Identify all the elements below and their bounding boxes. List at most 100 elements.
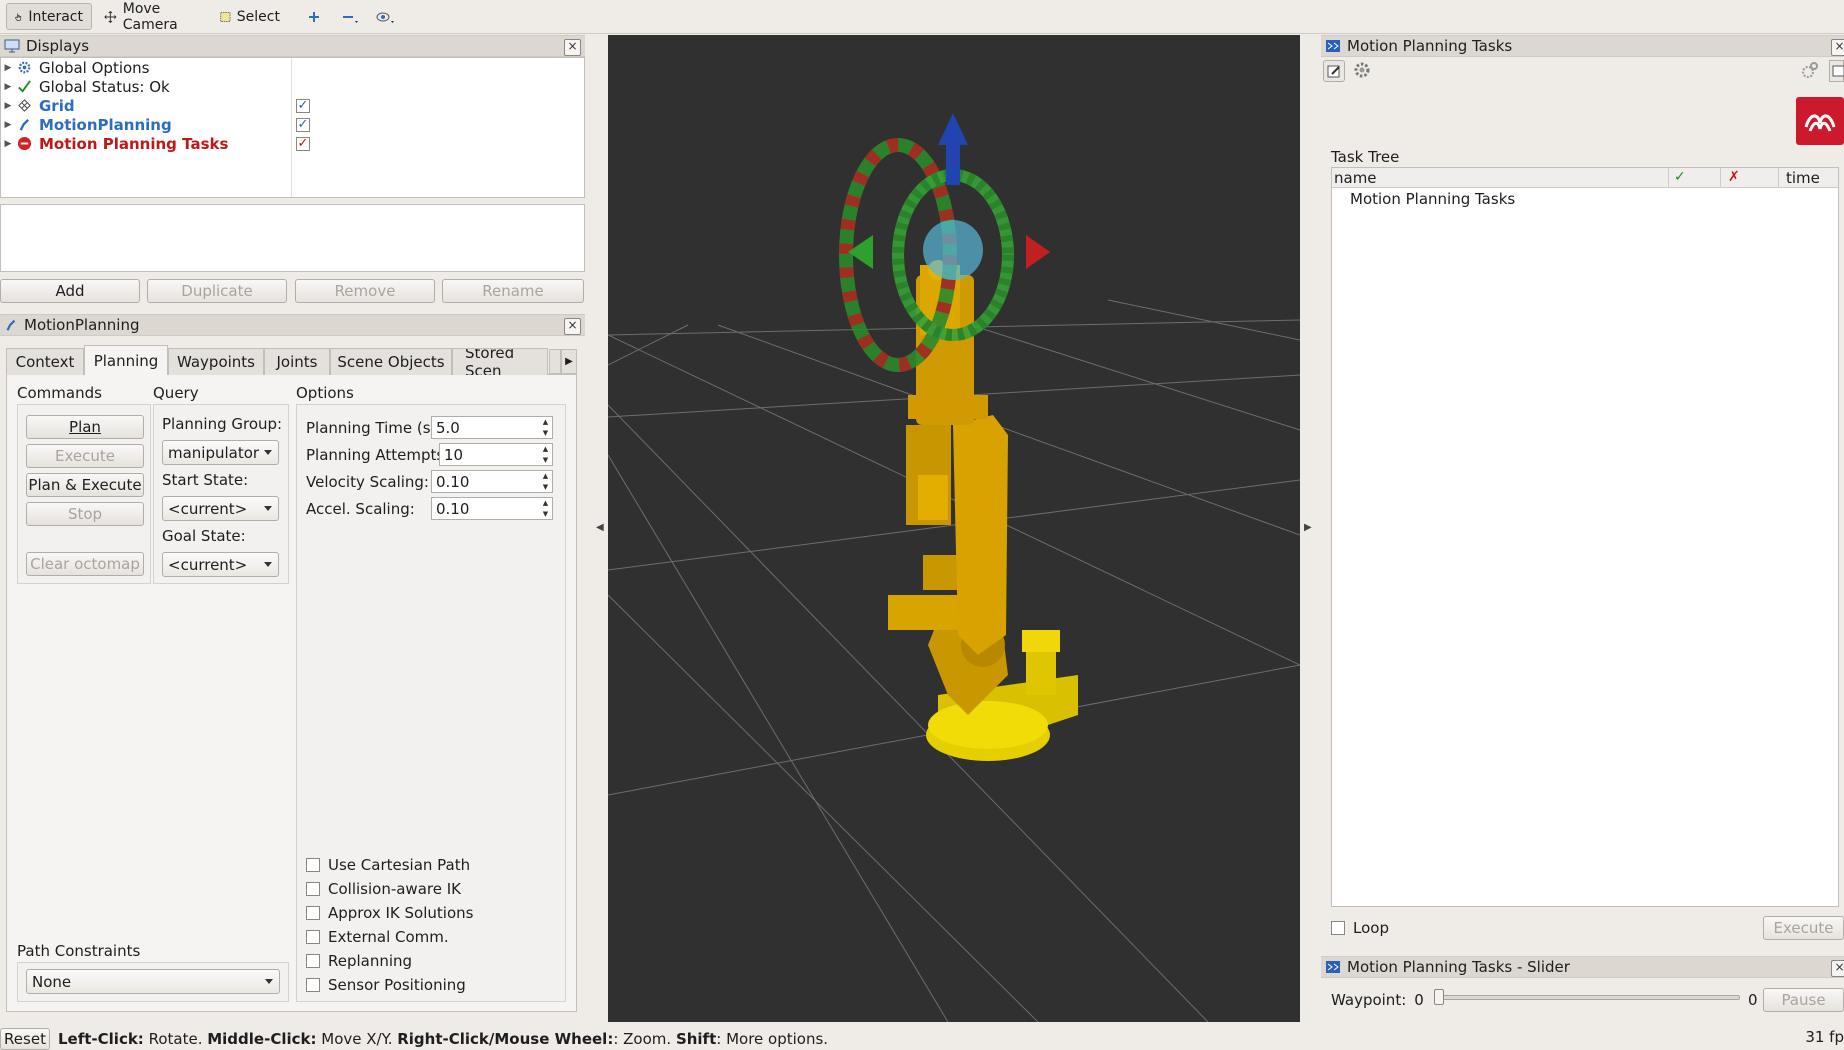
gear-icon xyxy=(1354,62,1370,78)
view-tool-button[interactable] xyxy=(370,3,404,30)
approx-ik-solutions-checkbox[interactable]: Approx IK Solutions xyxy=(306,903,473,923)
checkbox-label: Approx IK Solutions xyxy=(328,904,474,922)
replanning-checkbox[interactable]: Replanning xyxy=(306,951,412,971)
display-row-motion-planning-tasks[interactable]: ▶ Motion Planning Tasks xyxy=(1,134,229,153)
display-row-motionplanning[interactable]: ▶ MotionPlanning xyxy=(1,115,172,134)
reset-view-button[interactable]: Reset xyxy=(0,1027,50,1050)
path-constraints-select[interactable]: None xyxy=(26,969,280,994)
displays-dock-title[interactable]: Displays × xyxy=(0,35,585,57)
tab-planning[interactable]: Planning xyxy=(84,345,168,375)
tasks-dock-close-button[interactable]: × xyxy=(1831,39,1844,56)
tab-scene-objects[interactable]: Scene Objects xyxy=(330,348,452,375)
waypoint-slider-track[interactable] xyxy=(1434,995,1740,1000)
tasks-view-button[interactable] xyxy=(1829,60,1844,82)
tasks-execute-button[interactable]: Execute xyxy=(1763,916,1844,940)
expand-arrow-icon[interactable]: ▶ xyxy=(1,101,15,111)
collapse-right-dock-icon[interactable]: ▶ xyxy=(1304,522,1312,533)
path-constraints-label: Path Constraints xyxy=(17,942,141,960)
motionplanning-dock-title[interactable]: MotionPlanning × xyxy=(0,314,585,336)
interact-tool-button[interactable]: Interact xyxy=(6,3,92,30)
column-failure-header[interactable]: ✗ xyxy=(1728,169,1740,185)
waypoint-slider-handle[interactable] xyxy=(1434,989,1444,1005)
tasks-dock-title[interactable]: Motion Planning Tasks × xyxy=(1321,35,1844,57)
spin-up-icon[interactable]: ▲ xyxy=(540,471,551,481)
velocity-scaling-input[interactable]: 0.10 ▲ ▼ xyxy=(431,470,553,493)
tab-joints[interactable]: Joints xyxy=(264,348,330,375)
tab-scroll-right-button[interactable]: ▶ xyxy=(561,349,577,374)
rename-display-button[interactable]: Rename xyxy=(442,279,584,303)
plan-and-execute-button[interactable]: Plan & Execute xyxy=(26,473,144,497)
expand-arrow-icon[interactable]: ▶ xyxy=(1,139,15,149)
expand-arrow-icon[interactable]: ▶ xyxy=(1,120,15,130)
checkbox-box[interactable] xyxy=(306,882,320,896)
spin-up-icon[interactable]: ▲ xyxy=(540,498,551,508)
checkbox-box[interactable] xyxy=(306,978,320,992)
tab-context[interactable]: Context xyxy=(6,348,84,375)
checkbox-box[interactable] xyxy=(306,906,320,920)
loop-checkbox[interactable]: Loop xyxy=(1331,919,1389,937)
motionplanning-close-button[interactable]: × xyxy=(564,318,581,335)
slider-dock-title[interactable]: Motion Planning Tasks - Slider × xyxy=(1321,956,1844,978)
use-cartesian-path-checkbox[interactable]: Use Cartesian Path xyxy=(306,855,470,875)
add-display-button[interactable]: Add xyxy=(0,279,140,303)
execute-button[interactable]: Execute xyxy=(26,444,144,468)
column-success-header[interactable]: ✓ xyxy=(1674,169,1686,185)
spin-up-icon[interactable]: ▲ xyxy=(540,444,551,454)
start-state-select[interactable]: <current> xyxy=(162,496,279,521)
display-row-global-options[interactable]: ▶ Global Options xyxy=(1,58,150,77)
tab-stored-scenes[interactable]: Stored Scen xyxy=(452,348,548,375)
checkbox-label: Use Cartesian Path xyxy=(328,856,471,874)
plan-button[interactable]: Plan xyxy=(26,415,144,439)
3d-render-viewport[interactable] xyxy=(607,35,1301,1023)
checkbox-box[interactable] xyxy=(1331,921,1345,935)
spin-down-icon[interactable]: ▼ xyxy=(540,482,551,492)
checkbox-box[interactable] xyxy=(306,858,320,872)
sensor-positioning-checkbox[interactable]: Sensor Positioning xyxy=(306,975,466,995)
planning-time-input[interactable]: 5.0 ▲ ▼ xyxy=(431,416,553,439)
duplicate-display-button[interactable]: Duplicate xyxy=(147,279,287,303)
external-comm-checkbox[interactable]: External Comm. xyxy=(306,927,449,947)
column-time-header[interactable]: time xyxy=(1786,169,1820,187)
select-tool-button[interactable]: Select xyxy=(212,3,288,30)
collision-aware-ik-checkbox[interactable]: Collision-aware IK xyxy=(306,879,461,899)
stop-button[interactable]: Stop xyxy=(26,502,144,526)
motion-planning-tasks-enabled-checkbox[interactable]: ✓ xyxy=(296,137,310,151)
spin-down-icon[interactable]: ▼ xyxy=(540,455,551,465)
move-camera-tool-button[interactable]: Move Camera xyxy=(96,1,208,33)
velocity-scaling-label: Velocity Scaling: xyxy=(306,473,429,491)
checkbox-box[interactable] xyxy=(306,954,320,968)
collapse-left-dock-icon[interactable]: ◀ xyxy=(596,522,604,533)
tab-scroll-left-button[interactable] xyxy=(549,349,561,374)
robot-scene xyxy=(607,113,1301,1023)
spin-down-icon[interactable]: ▼ xyxy=(540,428,551,438)
pause-button[interactable]: Pause xyxy=(1763,988,1844,1012)
expand-arrow-icon[interactable]: ▶ xyxy=(1,63,15,73)
spin-down-icon[interactable]: ▼ xyxy=(540,509,551,519)
planning-group-select[interactable]: manipulator xyxy=(162,440,279,465)
task-tree-view[interactable]: name ✓ ✗ time Motion Planning Tasks xyxy=(1331,167,1839,907)
spin-up-icon[interactable]: ▲ xyxy=(540,417,551,427)
slider-dock-close-button[interactable]: × xyxy=(1831,960,1844,977)
settings-button[interactable] xyxy=(1352,60,1374,82)
display-row-grid[interactable]: ▶ Grid xyxy=(1,96,75,115)
fps-counter: 31 fp xyxy=(1805,1028,1844,1046)
tasks-tool-button[interactable] xyxy=(1800,60,1822,82)
column-name-header[interactable]: name xyxy=(1334,169,1377,187)
goal-state-select[interactable]: <current> xyxy=(162,552,279,577)
clear-octomap-button[interactable]: Clear octomap xyxy=(26,552,144,576)
chevron-down-icon xyxy=(264,506,272,511)
displays-close-button[interactable]: × xyxy=(564,39,581,56)
grid-enabled-checkbox[interactable]: ✓ xyxy=(296,99,310,113)
remove-display-button[interactable]: Remove xyxy=(295,279,435,303)
task-row[interactable]: Motion Planning Tasks xyxy=(1350,190,1515,208)
display-row-global-status[interactable]: ▶ Global Status: Ok xyxy=(1,77,170,96)
expand-arrow-icon[interactable]: ▶ xyxy=(1,82,15,92)
checkbox-box[interactable] xyxy=(306,930,320,944)
remove-tool-button[interactable] xyxy=(336,3,368,30)
motionplanning-enabled-checkbox[interactable]: ✓ xyxy=(296,118,310,132)
accel-scaling-input[interactable]: 0.10 ▲ ▼ xyxy=(431,497,553,520)
tab-waypoints[interactable]: Waypoints xyxy=(168,348,264,375)
add-tool-button[interactable] xyxy=(302,3,326,30)
edit-tasks-button[interactable] xyxy=(1323,60,1345,82)
planning-attempts-input[interactable]: 10 ▲ ▼ xyxy=(439,443,553,466)
